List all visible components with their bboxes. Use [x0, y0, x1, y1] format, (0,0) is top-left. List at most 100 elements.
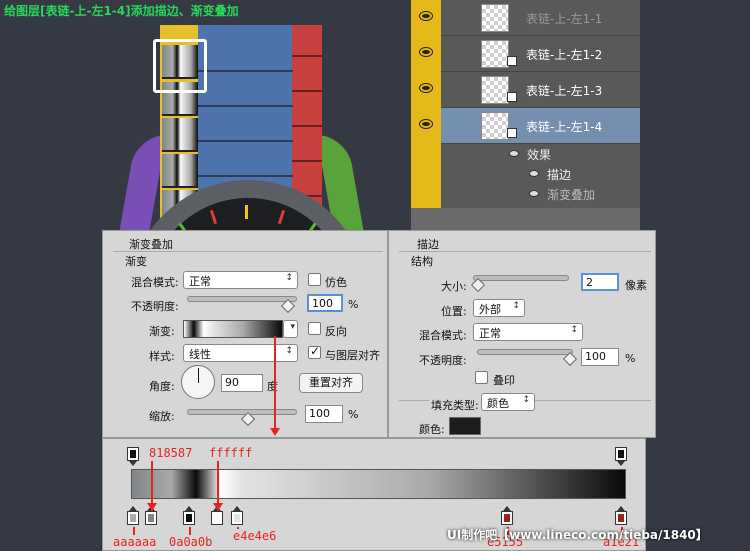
color-label: 颜色:	[419, 423, 445, 436]
layer-row-3[interactable]: 表链-上-左1-3	[411, 72, 640, 108]
position-select[interactable]: 外部 ↕	[473, 299, 525, 317]
color-stop[interactable]	[231, 506, 243, 525]
layers-panel: 表链-上-左1-1 表链-上-左1-2 表链-上-左1-3 表链-上-左1-4 …	[411, 0, 640, 230]
updown-icon: ↕	[570, 325, 578, 335]
color-stop[interactable]	[145, 506, 157, 525]
color-stop[interactable]	[211, 506, 223, 525]
gradient-picker-button[interactable]: ▾	[283, 320, 298, 338]
dial-tick	[245, 205, 248, 219]
layer-row-1[interactable]: 表链-上-左1-1	[411, 0, 640, 36]
annotation-e4e4e6: e4e4e6	[233, 529, 277, 543]
strap-divider	[292, 125, 322, 127]
reverse-checkbox[interactable]	[308, 322, 321, 335]
angle-dial[interactable]	[181, 365, 215, 399]
strap-divider	[292, 90, 322, 92]
color-stop[interactable]	[183, 506, 195, 525]
stop-color	[186, 514, 192, 522]
updown-icon: ↕	[285, 346, 293, 356]
stop-color	[618, 514, 624, 522]
color-stop[interactable]	[501, 506, 513, 525]
dialog-title: 描边	[417, 238, 439, 251]
layer-thumbnail	[481, 4, 509, 32]
gradient-label: 渐变:	[149, 325, 175, 338]
watermark: UI制作吧【www.lineco.com/tieba/1840】	[447, 528, 708, 542]
scale-label: 缩放:	[149, 410, 175, 423]
highlight-box	[153, 39, 207, 93]
annotation-line	[189, 527, 191, 535]
layer-name: 表链-上-左1-4	[526, 120, 603, 134]
layer-link-icon	[507, 92, 517, 102]
fill-type-select[interactable]: 颜色 ↕	[481, 393, 535, 411]
updown-icon: ↕	[285, 273, 293, 283]
visibility-toggle[interactable]	[411, 0, 441, 36]
annotation-line	[133, 527, 135, 535]
opacity-slider[interactable]	[187, 296, 297, 302]
eye-icon	[420, 120, 432, 128]
eye-column	[411, 144, 441, 208]
visibility-toggle[interactable]	[411, 36, 441, 72]
layer-row-2[interactable]: 表链-上-左1-2	[411, 36, 640, 72]
dither-checkbox[interactable]	[308, 273, 321, 286]
size-input[interactable]: 2	[581, 273, 619, 291]
select-value: 外部	[479, 303, 501, 316]
stop-color	[214, 514, 220, 522]
overprint-checkbox[interactable]	[475, 371, 488, 384]
stroke-color-swatch[interactable]	[449, 417, 481, 435]
effect-stroke-label: 描边	[547, 168, 572, 182]
gradient-overlay-dialog: 渐变叠加 渐变 混合模式: 正常 ↕ 仿色 不透明度: 100 % 渐变: ▾ 反…	[102, 230, 388, 438]
layer-name: 表链-上-左1-2	[526, 48, 603, 62]
arrow-down-icon	[147, 503, 157, 511]
reset-align-button[interactable]: 重置对齐	[299, 373, 363, 393]
opacity-input[interactable]: 100	[581, 348, 619, 366]
group-title: 结构	[411, 255, 433, 268]
blend-mode-select[interactable]: 正常 ↕	[183, 271, 298, 289]
angle-input[interactable]: 90	[221, 374, 263, 392]
opacity-input[interactable]: 100	[307, 294, 343, 312]
arrow-down-icon	[270, 428, 280, 436]
annotation-arrow	[274, 336, 276, 428]
opacity-stop-right[interactable]	[615, 447, 627, 466]
color-stop[interactable]	[615, 506, 627, 525]
layer-link-icon	[507, 128, 517, 138]
gradient-swatch[interactable]	[183, 320, 283, 338]
strap-divider	[292, 160, 322, 162]
visibility-toggle[interactable]	[411, 108, 441, 144]
eye-icon	[420, 48, 432, 56]
effect-gradient-overlay[interactable]: 渐变叠加	[441, 184, 640, 204]
visibility-toggle[interactable]	[411, 72, 441, 108]
overprint-label: 叠印	[493, 374, 515, 387]
blend-mode-label: 混合模式:	[419, 329, 467, 342]
strap-divider	[198, 140, 293, 142]
chain-link	[162, 154, 198, 188]
percent-label: %	[348, 408, 359, 421]
stop-color	[148, 514, 154, 522]
layer-row-4-selected[interactable]: 表链-上-左1-4	[411, 108, 640, 144]
effect-stroke[interactable]: 描边	[441, 164, 640, 184]
effects-header[interactable]: 效果	[441, 144, 640, 164]
select-value: 线性	[189, 348, 211, 361]
style-select[interactable]: 线性 ↕	[183, 344, 298, 362]
eye-icon	[420, 84, 432, 92]
opacity-label: 不透明度:	[131, 300, 179, 313]
style-label: 样式:	[149, 350, 175, 363]
divider	[399, 251, 651, 252]
stop-color	[618, 450, 624, 458]
layer-row-partial	[411, 208, 640, 230]
blend-mode-select[interactable]: 正常 ↕	[473, 323, 583, 341]
layer-thumbnail	[481, 40, 509, 68]
opacity-stop-left[interactable]	[127, 447, 139, 466]
color-stop[interactable]	[127, 506, 139, 525]
stop-color	[504, 514, 510, 522]
scale-slider[interactable]	[187, 409, 297, 415]
size-slider[interactable]	[473, 275, 569, 281]
eye-icon	[420, 12, 432, 20]
annotation-818587: 818587	[149, 446, 193, 460]
stroke-dialog: 描边 结构 大小: 2 像素 位置: 外部 ↕ 混合模式: 正常 ↕ 不透明度: 1…	[388, 230, 656, 438]
scale-input[interactable]: 100	[305, 405, 343, 423]
opacity-slider[interactable]	[477, 349, 573, 355]
align-layer-checkbox[interactable]	[308, 344, 321, 359]
eye-icon	[529, 190, 539, 197]
layer-link-icon	[507, 56, 517, 66]
divider	[113, 251, 383, 252]
gradient-bar[interactable]	[131, 469, 626, 499]
